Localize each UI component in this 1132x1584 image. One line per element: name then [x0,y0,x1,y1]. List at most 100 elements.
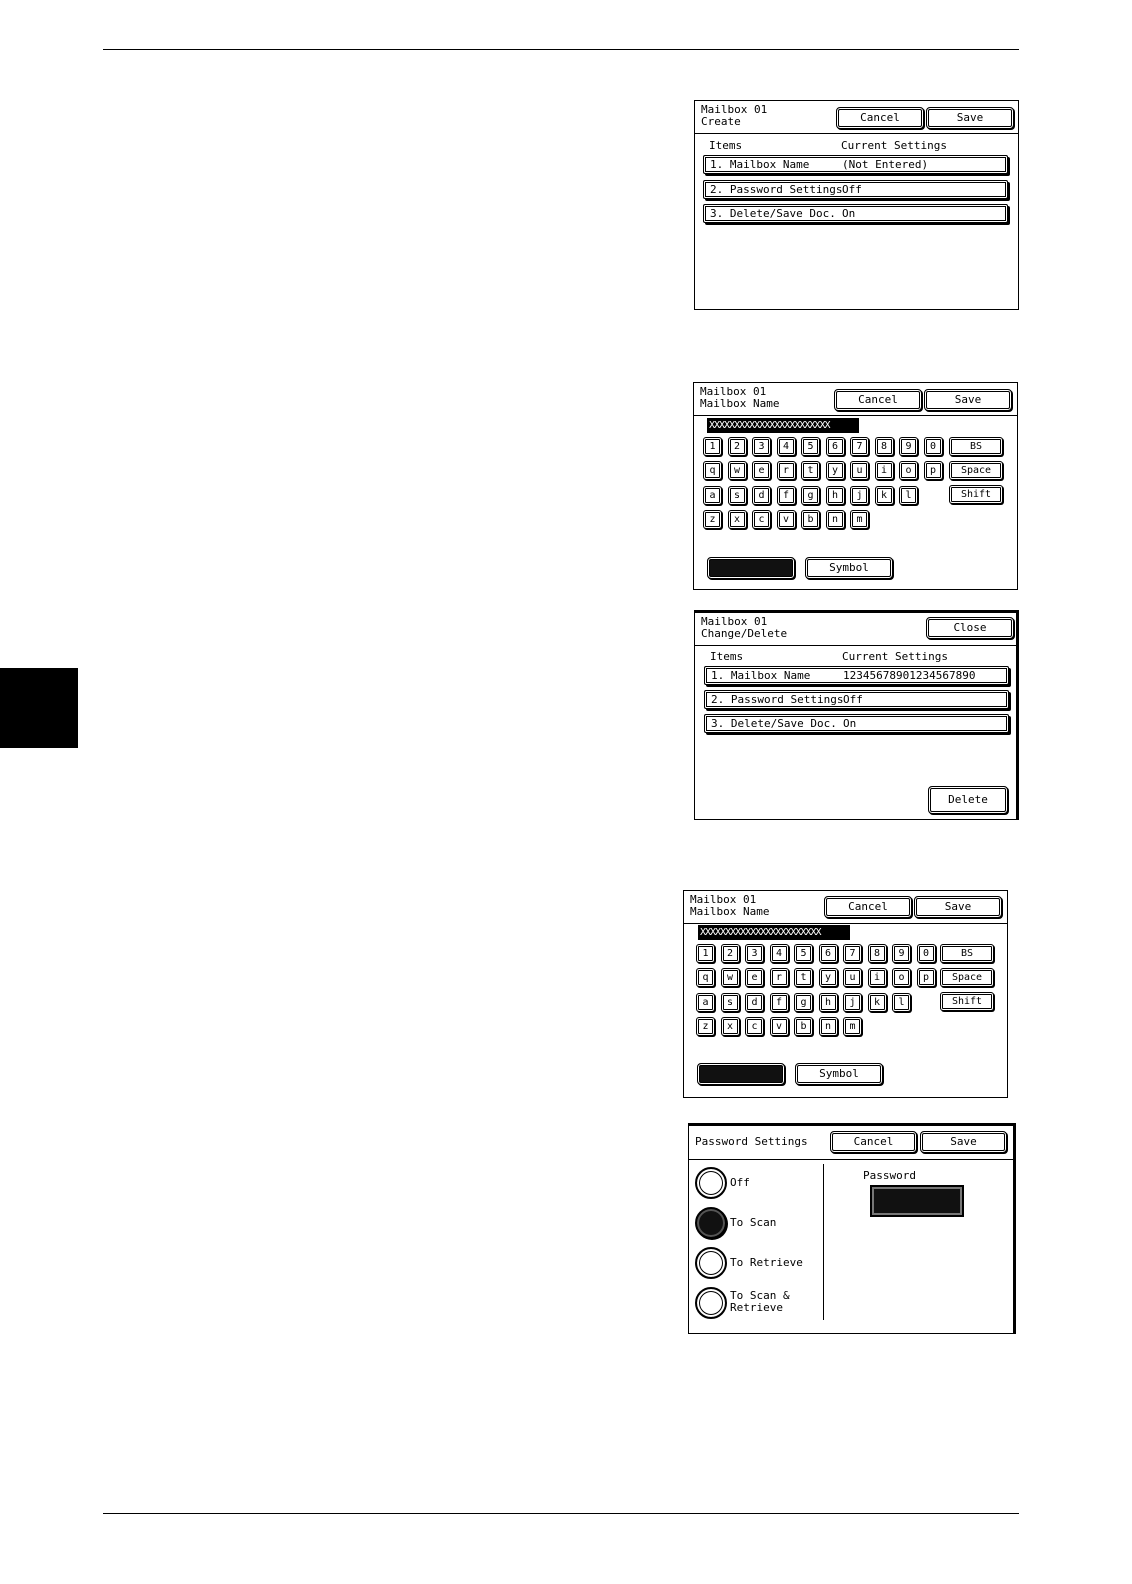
key-u[interactable]: u [850,461,869,481]
cancel-button[interactable]: Cancel [830,1131,917,1153]
key-d[interactable]: d [745,992,764,1012]
mailbox-name-input[interactable]: XXXXXXXXXXXXXXXXXXXXXXXX [707,418,859,433]
key-z[interactable]: z [696,1016,715,1036]
close-button[interactable]: Close [926,617,1014,639]
key-t[interactable]: t [794,968,813,988]
key-7[interactable]: 7 [850,437,869,456]
key-a[interactable]: a [703,485,722,505]
key-k[interactable]: k [874,485,894,505]
key-8[interactable]: 8 [874,437,894,456]
radio-to-scan[interactable] [695,1207,727,1239]
key-6[interactable]: 6 [825,437,845,456]
symbol-button[interactable]: Symbol [805,557,893,579]
key-4[interactable]: 4 [776,437,796,456]
delete-button[interactable]: Delete [928,786,1008,814]
cancel-button[interactable]: Cancel [824,896,912,918]
radio-to-scan-and-retrieve[interactable] [695,1287,727,1319]
key-k[interactable]: k [867,992,887,1012]
key-7[interactable]: 7 [843,944,862,963]
shift-key[interactable]: Shift [940,992,994,1011]
key-3[interactable]: 3 [745,944,764,963]
key-w[interactable]: w [720,968,740,988]
radio-off[interactable] [695,1167,727,1199]
key-h[interactable]: h [825,485,845,505]
character-mode-button[interactable] [707,557,795,579]
key-9[interactable]: 9 [892,944,911,963]
key-o[interactable]: o [892,968,911,988]
key-3[interactable]: 3 [752,437,771,456]
backspace-key[interactable]: BS [940,944,994,963]
key-t[interactable]: t [801,461,820,481]
key-5[interactable]: 5 [801,437,820,456]
key-i[interactable]: i [874,461,894,481]
key-2[interactable]: 2 [727,437,747,456]
key-s[interactable]: s [720,992,740,1012]
key-1[interactable]: 1 [696,944,715,963]
key-f[interactable]: f [776,485,796,505]
radio-to-retrieve[interactable] [695,1247,727,1279]
key-p[interactable]: p [916,968,936,988]
setting-row-delete-save[interactable]: 3. Delete/Save Doc. On [703,204,1008,223]
setting-row-mailbox-name[interactable]: 1. Mailbox Name 12345678901234567890 [704,666,1009,685]
key-m[interactable]: m [850,509,869,529]
mailbox-name-input[interactable]: XXXXXXXXXXXXXXXXXXXXXXXX [698,925,850,940]
key-z[interactable]: z [703,509,722,529]
key-0[interactable]: 0 [916,944,936,963]
key-p[interactable]: p [923,461,943,481]
setting-row-delete-save[interactable]: 3. Delete/Save Doc. On [704,714,1009,733]
key-q[interactable]: q [703,461,722,481]
key-l[interactable]: l [892,992,911,1012]
key-6[interactable]: 6 [818,944,838,963]
key-r[interactable]: r [769,968,789,988]
key-n[interactable]: n [818,1016,838,1036]
cancel-button[interactable]: Cancel [836,107,924,129]
key-h[interactable]: h [818,992,838,1012]
setting-row-mailbox-name[interactable]: 1. Mailbox Name (Not Entered) [703,155,1008,174]
key-y[interactable]: y [825,461,845,481]
space-key[interactable]: Space [940,968,994,987]
setting-row-password[interactable]: 2. Password Settings Off [704,690,1009,709]
key-i[interactable]: i [867,968,887,988]
key-4[interactable]: 4 [769,944,789,963]
key-c[interactable]: c [745,1016,764,1036]
password-input[interactable] [870,1185,964,1217]
backspace-key[interactable]: BS [949,437,1003,456]
key-x[interactable]: x [720,1016,740,1036]
key-f[interactable]: f [769,992,789,1012]
key-g[interactable]: g [801,485,820,505]
key-c[interactable]: c [752,509,771,529]
save-button[interactable]: Save [926,107,1014,129]
key-q[interactable]: q [696,968,715,988]
character-mode-button[interactable] [697,1063,785,1085]
key-v[interactable]: v [776,509,796,529]
key-1[interactable]: 1 [703,437,722,456]
save-button[interactable]: Save [914,896,1002,918]
key-2[interactable]: 2 [720,944,740,963]
key-j[interactable]: j [843,992,862,1012]
key-0[interactable]: 0 [923,437,943,456]
key-e[interactable]: e [752,461,771,481]
key-b[interactable]: b [794,1016,813,1036]
setting-row-password[interactable]: 2. Password Settings Off [703,180,1008,199]
cancel-button[interactable]: Cancel [834,389,922,411]
space-key[interactable]: Space [949,461,1003,480]
key-d[interactable]: d [752,485,771,505]
save-button[interactable]: Save [924,389,1012,411]
key-j[interactable]: j [850,485,869,505]
key-x[interactable]: x [727,509,747,529]
symbol-button[interactable]: Symbol [795,1063,883,1085]
key-o[interactable]: o [899,461,918,481]
key-a[interactable]: a [696,992,715,1012]
key-b[interactable]: b [801,509,820,529]
key-8[interactable]: 8 [867,944,887,963]
key-r[interactable]: r [776,461,796,481]
key-e[interactable]: e [745,968,764,988]
key-g[interactable]: g [794,992,813,1012]
key-l[interactable]: l [899,485,918,505]
key-w[interactable]: w [727,461,747,481]
key-n[interactable]: n [825,509,845,529]
key-u[interactable]: u [843,968,862,988]
save-button[interactable]: Save [920,1131,1007,1153]
key-s[interactable]: s [727,485,747,505]
key-v[interactable]: v [769,1016,789,1036]
